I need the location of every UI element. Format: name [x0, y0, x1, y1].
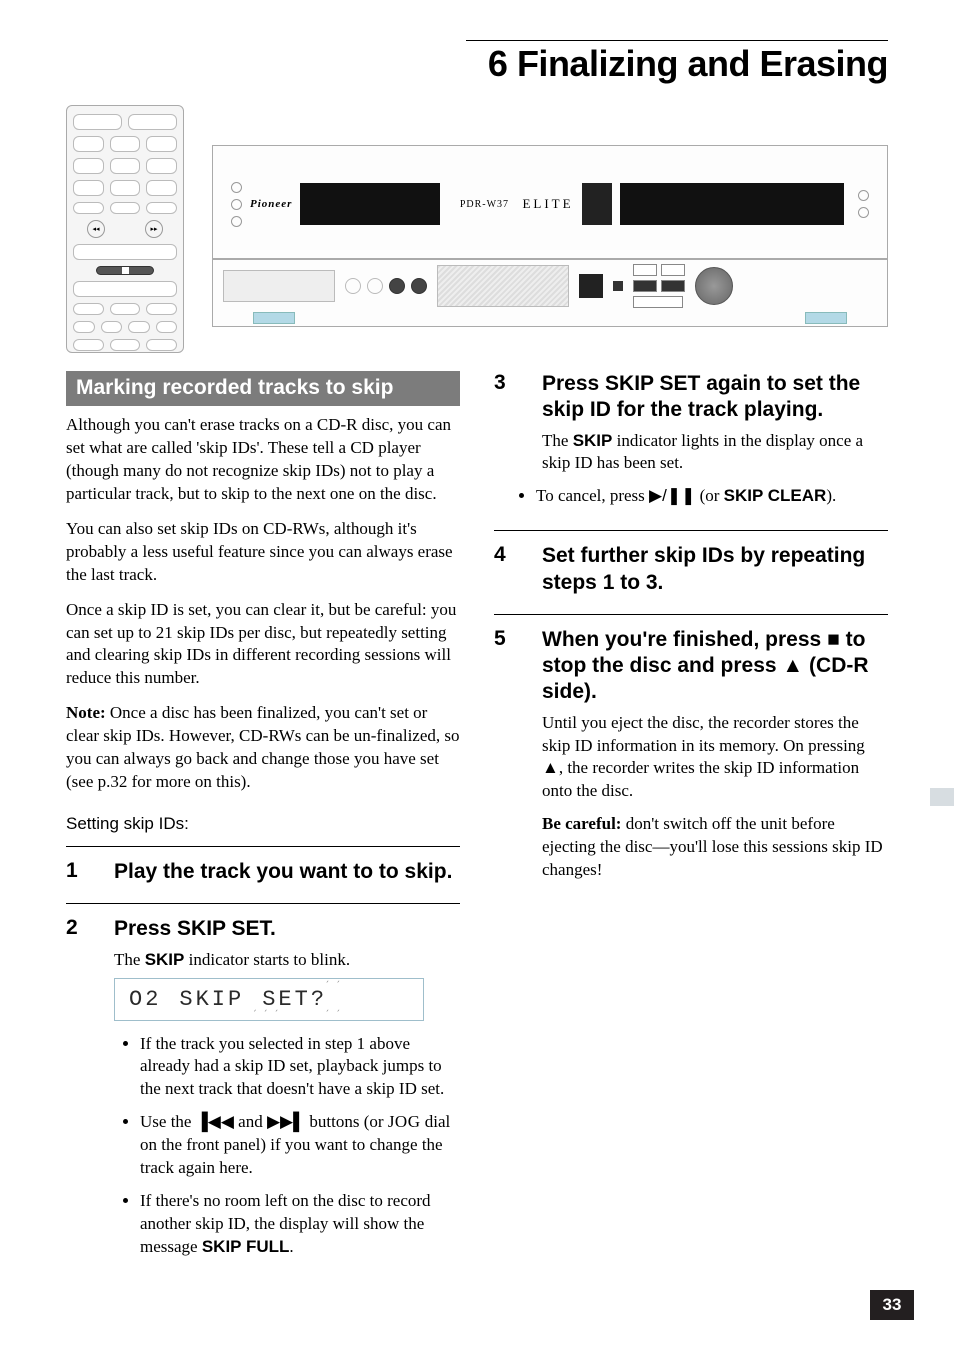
- section-heading: Marking recorded tracks to skip: [66, 371, 460, 406]
- prev-track-icon: ◂◂: [87, 220, 105, 238]
- step-2: 2 Press SKIP SET. The SKIP indicator sta…: [66, 903, 460, 971]
- step-4: 4 Set further skip IDs by repeating step…: [494, 530, 888, 602]
- step-5-desc: Until you eject the disc, the recorder s…: [542, 712, 888, 804]
- lcd-display: O2 SKIP ՛ ՛ ՛SET?՛ ՛՛ ՛: [114, 978, 424, 1021]
- cdr-lid-icon: [437, 265, 569, 307]
- remote-diagram: ◂◂ ▸▸: [66, 105, 184, 353]
- elite-label: ELITE: [522, 196, 573, 212]
- step-3-title: Press SKIP SET again to set the skip ID …: [542, 371, 888, 424]
- prev-icon: ▐◀◀: [196, 1112, 234, 1131]
- lcd-track: O2: [129, 987, 161, 1012]
- bullet-cancel: To cancel, press ▶/❚❚ (or SKIP CLEAR).: [536, 485, 888, 508]
- page-number: 33: [870, 1290, 914, 1320]
- stop-button-icon: [96, 266, 154, 275]
- step-2-number: 2: [66, 916, 92, 971]
- display-left: [300, 183, 440, 225]
- step-4-number: 4: [494, 543, 520, 602]
- play-pause-icon: ▶/❚❚: [649, 486, 695, 505]
- brand-label: Pioneer: [250, 198, 292, 210]
- chapter-title: 6 Finalizing and Erasing: [66, 43, 888, 85]
- step-5-title: When you're finished, press ■ to stop th…: [542, 627, 888, 706]
- bullet-change-track: Use the ▐◀◀ and ▶▶▌ buttons (or JOG dial…: [140, 1111, 460, 1180]
- step-2-bullets: If the track you selected in step 1 abov…: [66, 1033, 460, 1259]
- page: 6 Finalizing and Erasing ◂◂ ▸▸ Pioneer PD…: [0, 0, 954, 1348]
- content-columns: Marking recorded tracks to skip Although…: [66, 371, 888, 1269]
- step-5: 5 When you're finished, press ■ to stop …: [494, 614, 888, 882]
- intro-note: Note: Once a disc has been finalized, yo…: [66, 702, 460, 794]
- disc-tray-icon: [223, 270, 335, 302]
- jog-dial-icon: [695, 267, 733, 305]
- display-right: [620, 183, 844, 225]
- step-2-desc: The SKIP indicator starts to blink.: [114, 949, 460, 972]
- left-column: Marking recorded tracks to skip Although…: [66, 371, 460, 1269]
- setting-subhead: Setting skip IDs:: [66, 814, 460, 834]
- intro-p1: Although you can't erase tracks on a CD-…: [66, 414, 460, 506]
- intro-p2: You can also set skip IDs on CD-RWs, alt…: [66, 518, 460, 587]
- side-tab: [930, 788, 954, 806]
- bullet-skip-full: If there's no room left on the disc to r…: [140, 1190, 460, 1259]
- step-3-desc: The SKIP indicator lights in the display…: [542, 430, 888, 476]
- step-1-number: 1: [66, 859, 92, 891]
- right-column: 3 Press SKIP SET again to set the skip I…: [494, 371, 888, 1269]
- lcd-text: SKIP: [179, 987, 244, 1012]
- step-2-title: Press SKIP SET.: [114, 916, 460, 942]
- step-1-title: Play the track you want to to skip.: [114, 859, 460, 885]
- step-4-title: Set further skip IDs by repeating steps …: [542, 543, 888, 596]
- step-5-care: Be careful: don't switch off the unit be…: [542, 813, 888, 882]
- next-icon: ▶▶▌: [267, 1112, 305, 1131]
- model-label: PDR-W37: [454, 199, 514, 210]
- step-3: 3 Press SKIP SET again to set the skip I…: [494, 371, 888, 518]
- step-5-number: 5: [494, 627, 520, 882]
- note-label: Note:: [66, 703, 106, 722]
- stop-icon: ■: [827, 628, 840, 651]
- lcd-flash: ՛ ՛ ՛SET?՛ ՛՛ ՛: [262, 987, 327, 1012]
- step-1: 1 Play the track you want to to skip.: [66, 846, 460, 891]
- eject-icon-inline: ▲: [542, 758, 559, 777]
- eject-icon: ▲: [782, 654, 803, 677]
- diagram-row: ◂◂ ▸▸ Pioneer PDR-W37 ELITE: [66, 105, 888, 353]
- bullet-already-set: If the track you selected in step 1 abov…: [140, 1033, 460, 1102]
- chapter-rule: [466, 40, 888, 41]
- player-diagram: Pioneer PDR-W37 ELITE: [212, 145, 888, 327]
- next-track-icon: ▸▸: [145, 220, 163, 238]
- intro-p3: Once a skip ID is set, you can clear it,…: [66, 599, 460, 691]
